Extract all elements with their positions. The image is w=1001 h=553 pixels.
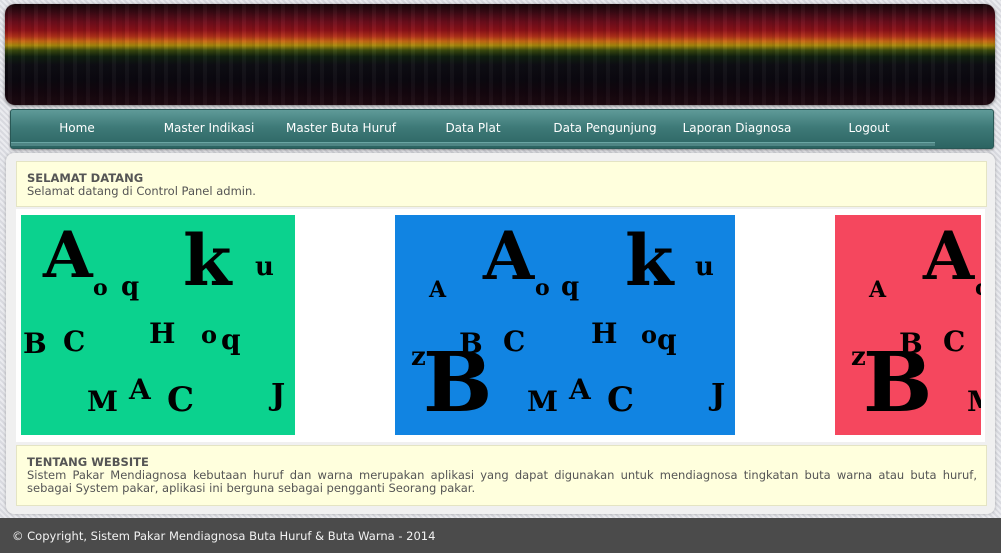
- plate-letter: M: [967, 385, 981, 418]
- nav-laporan-diagnosa-label: Laporan Diagnosa: [682, 121, 792, 135]
- nav-data-plat-label: Data Plat: [445, 121, 501, 135]
- plate-letter: C: [607, 380, 634, 420]
- header-banner: [5, 4, 995, 105]
- plate-letter: o: [93, 275, 108, 301]
- nav-divider: [143, 142, 275, 146]
- nav-divider: [671, 142, 803, 146]
- nav-data-plat[interactable]: Data Plat: [407, 110, 539, 146]
- plate-letter: q: [657, 323, 677, 356]
- welcome-box: SELAMAT DATANG Selamat datang di Control…: [16, 161, 987, 207]
- plate-letter: M: [87, 385, 118, 418]
- plate-letter: H: [591, 317, 617, 350]
- plate-letter: q: [221, 323, 241, 356]
- plate-letter: C: [943, 325, 965, 358]
- color-plate-green: A o q k u B C H o q M A C J: [21, 215, 295, 435]
- plate-letter: C: [503, 325, 525, 358]
- about-text: Sistem Pakar Mendiagnosa kebutaan huruf …: [27, 468, 977, 495]
- plate-letter: u: [255, 252, 274, 282]
- nav-laporan-diagnosa[interactable]: Laporan Diagnosa: [671, 110, 803, 146]
- plate-letter: B: [899, 327, 923, 360]
- nav-divider: [275, 142, 407, 146]
- plate-slider[interactable]: A o q k u B C H o q M A C J A A o q k u …: [16, 209, 985, 442]
- nav-logout[interactable]: Logout: [803, 110, 935, 146]
- nav-home-label: Home: [59, 121, 95, 135]
- nav-divider: [539, 142, 671, 146]
- nav-master-indikasi[interactable]: Master Indikasi: [143, 110, 275, 146]
- nav-data-pengunjung[interactable]: Data Pengunjung: [539, 110, 671, 146]
- plate-letter: H: [149, 317, 175, 350]
- plate-letter: B: [459, 327, 483, 360]
- nav-divider: [803, 142, 935, 146]
- plate-letter: A: [482, 217, 535, 295]
- main-navigation: Home Master Indikasi Master Buta Huruf D…: [10, 109, 994, 149]
- plate-letter: A: [922, 217, 975, 295]
- plate-letter: A: [128, 373, 152, 406]
- nav-master-buta-huruf-label: Master Buta Huruf: [286, 121, 396, 135]
- plate-letter: A: [568, 373, 592, 406]
- welcome-text: Selamat datang di Control Panel admin.: [27, 184, 256, 198]
- plate-letter: J: [268, 378, 285, 413]
- plate-letter: J: [708, 378, 725, 413]
- plate-letter: C: [63, 325, 85, 358]
- nav-home[interactable]: Home: [11, 110, 143, 146]
- nav-divider: [407, 142, 539, 146]
- plate-letter: A: [428, 277, 447, 303]
- footer: © Copyright, Sistem Pakar Mendiagnosa Bu…: [0, 518, 1001, 553]
- plate-letter: o: [201, 320, 217, 349]
- plate-letter: o: [641, 320, 657, 349]
- plate-letter: q: [121, 272, 139, 302]
- nav-master-buta-huruf[interactable]: Master Buta Huruf: [275, 110, 407, 146]
- plate-letter: B: [23, 327, 47, 360]
- color-plate-red: A A c z B B C H M: [835, 215, 981, 435]
- plate-letter: c: [975, 275, 981, 301]
- plate-letter: u: [695, 252, 714, 282]
- about-box: TENTANG WEBSITE Sistem Pakar Mendiagnosa…: [16, 445, 987, 506]
- plate-letter: M: [527, 385, 558, 418]
- nav-master-indikasi-label: Master Indikasi: [163, 121, 255, 135]
- nav-data-pengunjung-label: Data Pengunjung: [553, 121, 657, 135]
- plate-letter: A: [868, 277, 887, 303]
- nav-divider: [11, 142, 143, 146]
- copyright-text: © Copyright, Sistem Pakar Mendiagnosa Bu…: [12, 528, 436, 543]
- plate-letter: C: [167, 380, 194, 420]
- plate-letter: q: [561, 272, 579, 302]
- plate-letter: k: [625, 219, 675, 302]
- color-plate-blue: A A o q k u z B B C H o q M A C J: [395, 215, 735, 435]
- plate-letter: o: [535, 275, 550, 301]
- nav-logout-label: Logout: [848, 121, 890, 135]
- plate-letter: A: [42, 218, 94, 293]
- plate-letter: k: [183, 219, 233, 302]
